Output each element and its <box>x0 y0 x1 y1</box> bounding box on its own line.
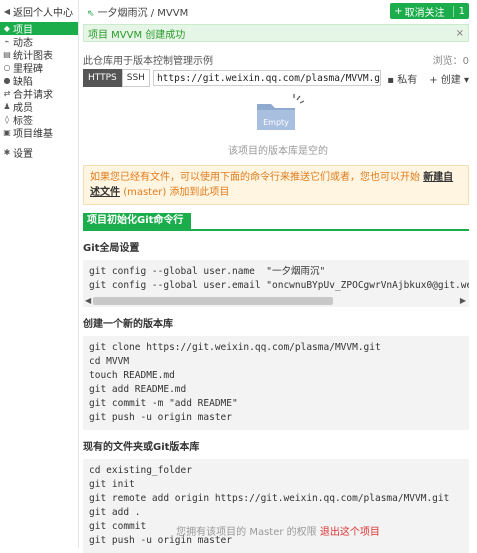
sidebar-item-milestone[interactable]: ○ 里程碑 <box>0 61 78 75</box>
repo-description: 此仓库用于版本控制管理示例 <box>83 56 213 67</box>
clone-url-row: HTTPS SSH https://git.weixin.qq.com/plas… <box>83 69 469 87</box>
project-icon: ◆ <box>3 24 11 33</box>
scroll-left-icon[interactable]: ◀ <box>85 296 91 305</box>
follow-count: 1 <box>452 5 465 17</box>
block-title: 创建一个新的版本库 <box>83 319 173 330</box>
back-to-personal-center[interactable]: ◀ 返回个人中心 <box>0 0 78 22</box>
success-alert-text: 项目 MVVM 创建成功 <box>88 29 186 41</box>
empty-badge: Empty <box>263 118 289 127</box>
permission-text: 您拥有该项目的 Master 的权限 <box>176 527 317 538</box>
private-toggle[interactable]: ▪ 私有 <box>387 71 417 86</box>
tag-icon: ◊ <box>5 115 9 124</box>
empty-text: 该项目的版本库是空的 <box>228 146 328 157</box>
sidebar-item-project[interactable]: ◆ 项目 <box>0 22 78 36</box>
clone-url-input[interactable]: https://git.weixin.qq.com/plasma/MVVM.gi… <box>152 70 382 86</box>
create-label: 创建 <box>440 74 461 86</box>
top-bar: ⇖ 一夕烟雨沉 / MVVM + 取消关注 1 <box>79 0 477 22</box>
create-dropdown[interactable]: + 创建 ▾ <box>429 71 469 86</box>
sidebar-item-label: 项目维基 <box>13 129 53 140</box>
unfollow-label: 取消关注 <box>404 7 445 19</box>
sidebar: ◀ 返回个人中心 ◆ 项目 ⌁ 动态 ▤ 统计图表 ○ 里程碑 ● 缺陷 ⇄ 合… <box>0 0 79 548</box>
sidebar-item-merge-requests[interactable]: ⇄ 合并请求 <box>0 87 78 101</box>
notice-text: 如果您已经有文件，可以使用下面的命令行来推送它们或者，您也可以开始 <box>90 172 420 183</box>
merge-icon: ⇄ <box>3 89 11 98</box>
unfollow-button[interactable]: + 取消关注 1 <box>390 3 469 19</box>
code-block: git clone https://git.weixin.qq.com/plas… <box>83 336 469 430</box>
bug-icon: ● <box>3 76 11 85</box>
success-alert: 项目 MVVM 创建成功 × <box>83 24 469 42</box>
ssh-button[interactable]: SSH <box>121 69 150 87</box>
git-commands-section-tab: 项目初始化Git命令行 <box>83 213 469 231</box>
empty-state: Empty 该项目的版本库是空的 <box>79 94 477 157</box>
wiki-icon: ▣ <box>3 128 11 137</box>
project-link-icon: ⇖ <box>87 8 95 19</box>
gear-icon: ✱ <box>3 148 11 157</box>
https-button[interactable]: HTTPS <box>83 69 122 87</box>
empty-folder-icon: Empty <box>249 94 307 134</box>
block-title: Git全局设置 <box>83 243 140 254</box>
scroll-right-icon[interactable]: ▶ <box>460 296 466 305</box>
sidebar-item-settings[interactable]: ✱ 设置 <box>0 146 78 160</box>
sidebar-item-label: 设置 <box>13 149 33 160</box>
repo-description-row: 此仓库用于版本控制管理示例 浏览：0 <box>83 52 469 67</box>
block-title: 现有的文件夹或Git版本库 <box>83 442 200 453</box>
code-block: git config --global user.name "一夕烟雨沉" gi… <box>83 260 469 295</box>
view-count: 浏览：0 <box>432 56 469 67</box>
breadcrumb-text: 一夕烟雨沉 / MVVM <box>97 7 189 19</box>
horizontal-scrollbar[interactable]: ◀ ▶ <box>83 295 469 307</box>
milestone-icon: ○ <box>3 63 11 72</box>
readme-notice: 如果您已经有文件，可以使用下面的命令行来推送它们或者，您也可以开始 新建自述文件… <box>83 165 469 205</box>
activity-icon: ⌁ <box>4 37 10 46</box>
back-label: 返回个人中心 <box>13 7 73 19</box>
main-content: ⇖ 一夕烟雨沉 / MVVM + 取消关注 1 项目 MVVM 创建成功 × 此仓… <box>79 0 477 553</box>
close-icon[interactable]: × <box>456 28 464 39</box>
back-arrow-icon: ◀ <box>3 6 11 16</box>
breadcrumb[interactable]: ⇖ 一夕烟雨沉 / MVVM <box>87 4 188 19</box>
chevron-down-icon: ▾ <box>463 74 469 86</box>
lock-icon: ▪ <box>387 74 395 86</box>
sidebar-item-wiki[interactable]: ▣ 项目维基 <box>0 126 78 140</box>
code-block: cd existing_folder git init git remote a… <box>83 459 469 553</box>
exit-project-link[interactable]: 退出这个项目 <box>320 527 380 538</box>
private-label: 私有 <box>397 74 418 86</box>
member-icon: ♟ <box>3 102 11 111</box>
section-title: 项目初始化Git命令行 <box>83 213 192 229</box>
notice-text-after: (master) 添加到此项目 <box>123 187 230 198</box>
plus-icon: + <box>394 5 403 17</box>
chart-icon: ▤ <box>3 50 11 59</box>
footer: 您拥有该项目的 Master 的权限 退出这个项目 <box>79 523 477 538</box>
sidebar-item-members[interactable]: ♟ 成员 <box>0 100 78 114</box>
scrollbar-thumb[interactable] <box>93 297 333 305</box>
